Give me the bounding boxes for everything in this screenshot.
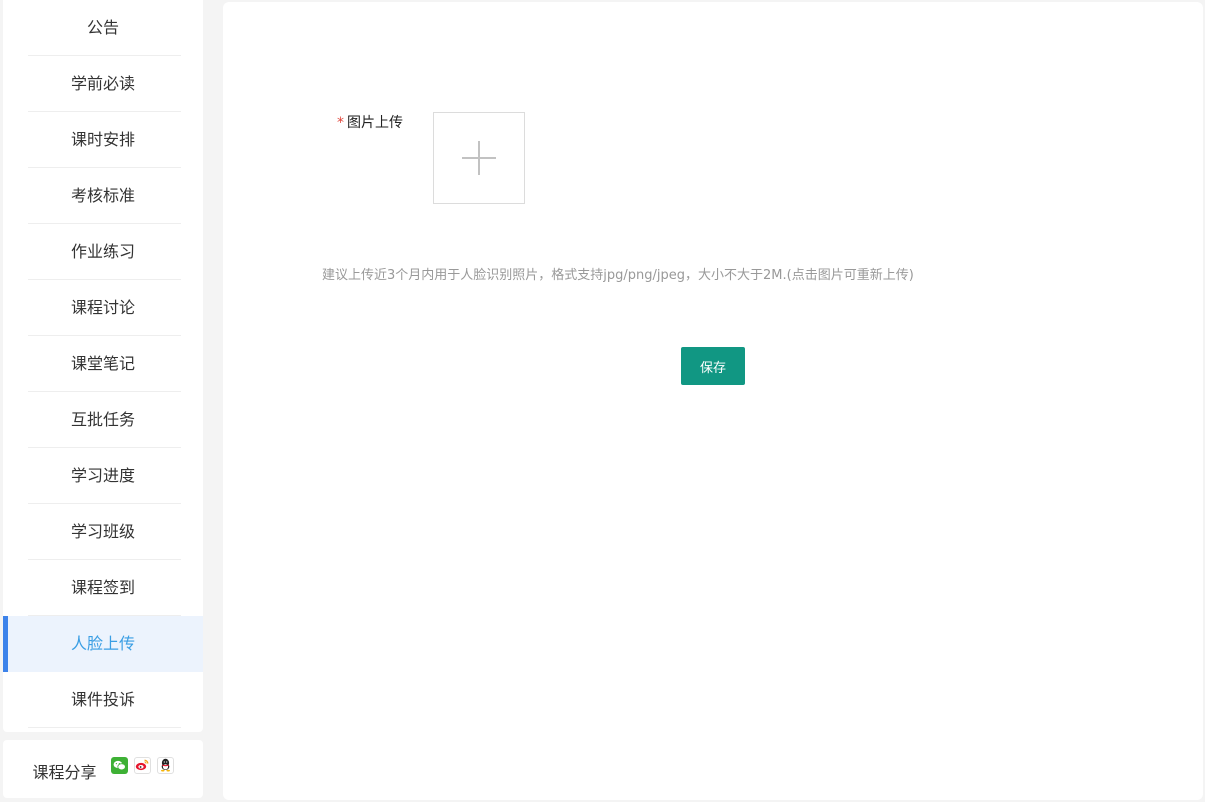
sidebar-item-discussion[interactable]: 课程讨论 <box>3 280 203 336</box>
wechat-icon[interactable] <box>110 756 128 774</box>
sidebar-item-progress[interactable]: 学习进度 <box>3 448 203 504</box>
share-label: 课程分享 <box>32 763 97 782</box>
sidebar-item-label: 学前必读 <box>70 74 135 93</box>
sidebar-item-label: 考核标准 <box>70 186 135 205</box>
sidebar-item-peer-review[interactable]: 互批任务 <box>3 392 203 448</box>
sidebar-item-label: 课程讨论 <box>70 298 135 317</box>
upload-label-text: 图片上传 <box>347 115 403 131</box>
plus-icon <box>462 141 496 175</box>
save-button[interactable]: 保存 <box>681 347 745 385</box>
sidebar-item-pre-reading[interactable]: 学前必读 <box>3 56 203 112</box>
sidebar-item-label: 人脸上传 <box>70 634 135 653</box>
sidebar-item-label: 学习进度 <box>70 466 135 485</box>
sidebar-item-assessment[interactable]: 考核标准 <box>3 168 203 224</box>
upload-hint: 建议上传近3个月内用于人脸识别照片，格式支持jpg/png/jpeg，大小不大于… <box>322 268 914 283</box>
sidebar-item-label: 作业练习 <box>70 242 135 261</box>
sidebar-item-sign-in[interactable]: 课程签到 <box>3 560 203 616</box>
course-share: 课程分享 <box>3 740 203 798</box>
sidebar-item-label: 学习班级 <box>70 522 135 541</box>
image-upload-box[interactable] <box>433 112 525 204</box>
sidebar-item-face-upload[interactable]: 人脸上传 <box>3 616 203 672</box>
sidebar-nav: 公告 学前必读 课时安排 考核标准 作业练习 课程讨论 课堂笔记 互批任务 学习… <box>3 0 203 728</box>
sidebar-item-class[interactable]: 学习班级 <box>3 504 203 560</box>
sidebar-item-schedule[interactable]: 课时安排 <box>3 112 203 168</box>
main-panel: * 图片上传 建议上传近3个月内用于人脸识别照片，格式支持jpg/png/jpeg… <box>223 2 1203 800</box>
sidebar-item-label: 公告 <box>86 18 119 37</box>
sidebar: 公告 学前必读 课时安排 考核标准 作业练习 课程讨论 课堂笔记 互批任务 学习… <box>3 0 203 732</box>
sidebar-item-homework[interactable]: 作业练习 <box>3 224 203 280</box>
required-mark: * <box>337 115 344 131</box>
sidebar-item-announcement[interactable]: 公告 <box>3 0 203 56</box>
sidebar-item-label: 课程签到 <box>70 578 135 597</box>
upload-label: * 图片上传 <box>337 112 403 132</box>
sidebar-item-label: 课件投诉 <box>70 690 135 709</box>
sidebar-item-label: 课堂笔记 <box>70 354 135 373</box>
sidebar-item-label: 课时安排 <box>70 130 135 149</box>
sidebar-item-complaint[interactable]: 课件投诉 <box>3 672 203 728</box>
qq-icon[interactable] <box>156 756 174 774</box>
weibo-icon[interactable] <box>133 756 151 774</box>
sidebar-item-label: 互批任务 <box>70 410 135 429</box>
sidebar-item-notes[interactable]: 课堂笔记 <box>3 336 203 392</box>
